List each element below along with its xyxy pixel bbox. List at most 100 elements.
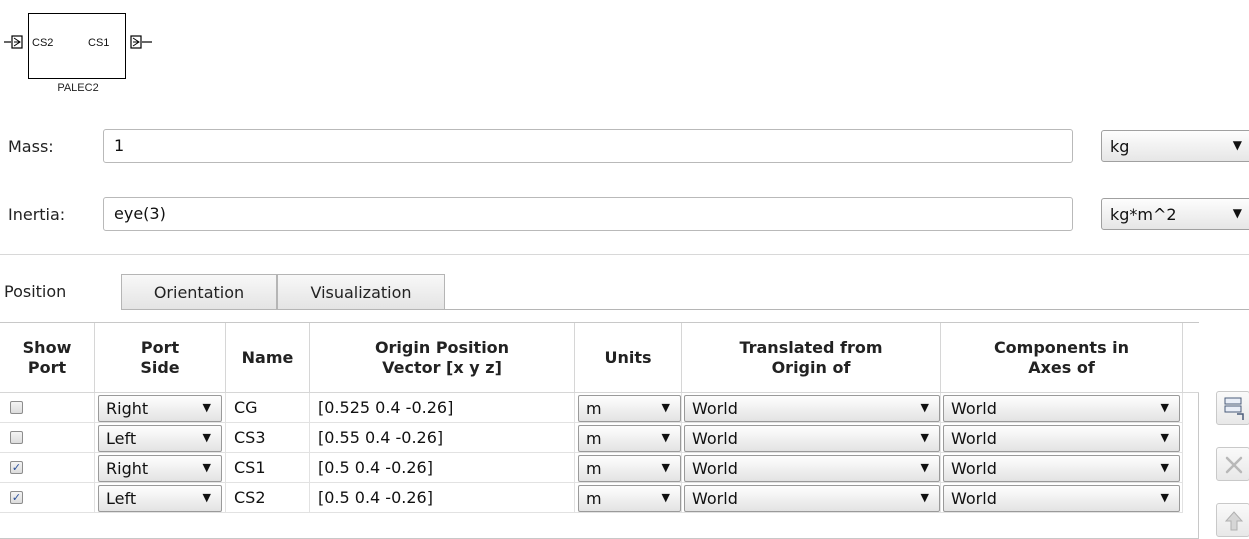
frame-name-cell[interactable]: CS1 [226, 453, 310, 483]
column-header-show-port[interactable]: Show Port [0, 323, 95, 393]
column-header-translated-from[interactable]: Translated from Origin of [682, 323, 941, 393]
inertia-unit-value: kg*m^2 [1110, 205, 1177, 224]
table-row: Left ▼ CS3 [0.55 0.4 -0.26] m ▼ World ▼ … [0, 423, 1199, 453]
chevron-down-icon: ▼ [1232, 138, 1242, 152]
left-port-label: CS2 [32, 37, 54, 49]
translated-from-value: World [692, 429, 738, 448]
frames-table: Show Port Port Side Name Origin Position… [0, 322, 1199, 539]
block-name: PALEC2 [57, 82, 99, 94]
chevron-down-icon: ▼ [661, 431, 670, 444]
components-in-select[interactable]: World ▼ [943, 485, 1180, 512]
show-port-cell [0, 423, 95, 453]
chevron-down-icon: ▼ [1232, 206, 1242, 220]
units-value: m [586, 429, 602, 448]
tab-underline [121, 309, 1249, 310]
units-select[interactable]: m ▼ [578, 455, 681, 482]
separator [0, 254, 1249, 255]
origin-position-cell[interactable]: [0.5 0.4 -0.26] [310, 483, 575, 513]
origin-position-cell[interactable]: [0.55 0.4 -0.26] [310, 423, 575, 453]
chevron-down-icon: ▼ [202, 401, 211, 414]
show-port-checkbox[interactable]: ✓ [10, 461, 23, 474]
chevron-down-icon: ▼ [202, 431, 211, 444]
components-in-select[interactable]: World ▼ [943, 455, 1180, 482]
translated-from-select[interactable]: World ▼ [684, 425, 940, 452]
column-header-spacer [1183, 323, 1199, 393]
port-side-value: Right [106, 459, 149, 478]
chevron-down-icon: ▼ [1160, 491, 1169, 504]
translated-from-value: World [692, 489, 738, 508]
inertia-input[interactable]: eye(3) [103, 197, 1073, 231]
check-icon: ✓ [11, 461, 22, 474]
column-header-port-side[interactable]: Port Side [95, 323, 226, 393]
translated-from-value: World [692, 459, 738, 478]
block-icon[interactable]: CS2 CS1 PALEC2 [0, 0, 170, 110]
add-row-icon [1224, 397, 1244, 420]
right-port-label: CS1 [88, 37, 110, 49]
port-side-value: Left [106, 429, 137, 448]
move-up-icon [1224, 511, 1244, 531]
inertia-label: Inertia: [8, 205, 66, 224]
column-header-units[interactable]: Units [575, 323, 682, 393]
chevron-down-icon: ▼ [920, 431, 929, 444]
components-in-select[interactable]: World ▼ [943, 425, 1180, 452]
port-side-select[interactable]: Right ▼ [98, 395, 222, 422]
table-row: Right ▼ CG [0.525 0.4 -0.26] m ▼ World ▼… [0, 393, 1199, 423]
show-port-checkbox[interactable]: ✓ [10, 491, 23, 504]
show-port-cell [0, 393, 95, 423]
port-side-select[interactable]: Left ▼ [98, 485, 222, 512]
show-port-checkbox[interactable] [10, 401, 23, 414]
chevron-down-icon: ▼ [661, 401, 670, 414]
components-in-value: World [951, 429, 997, 448]
chevron-down-icon: ▼ [661, 461, 670, 474]
origin-position-cell[interactable]: [0.5 0.4 -0.26] [310, 453, 575, 483]
chevron-down-icon: ▼ [1160, 401, 1169, 414]
mass-unit-select[interactable]: kg ▼ [1101, 130, 1249, 162]
column-header-name[interactable]: Name [226, 323, 310, 393]
center-of-mass-icon [66, 32, 86, 52]
translated-from-select[interactable]: World ▼ [684, 485, 940, 512]
translated-from-select[interactable]: World ▼ [684, 395, 940, 422]
translated-from-value: World [692, 399, 738, 418]
frame-name-cell[interactable]: CG [226, 393, 310, 423]
components-in-select[interactable]: World ▼ [943, 395, 1180, 422]
delete-row-icon [1225, 456, 1243, 474]
port-side-value: Right [106, 399, 149, 418]
chevron-down-icon: ▼ [202, 461, 211, 474]
units-select[interactable]: m ▼ [578, 425, 681, 452]
inertia-unit-select[interactable]: kg*m^2 ▼ [1101, 198, 1249, 230]
mass-unit-value: kg [1110, 137, 1130, 156]
check-icon: ✓ [11, 491, 22, 504]
frame-name-cell[interactable]: CS2 [226, 483, 310, 513]
tab-visualization[interactable]: Visualization [277, 274, 445, 309]
chevron-down-icon: ▼ [920, 461, 929, 474]
show-port-checkbox[interactable] [10, 431, 23, 444]
components-in-value: World [951, 489, 997, 508]
units-select[interactable]: m ▼ [578, 485, 681, 512]
chevron-down-icon: ▼ [1160, 461, 1169, 474]
units-value: m [586, 489, 602, 508]
port-side-select[interactable]: Left ▼ [98, 425, 222, 452]
mass-input[interactable]: 1 [103, 129, 1073, 163]
components-in-value: World [951, 399, 997, 418]
delete-row-button[interactable] [1216, 447, 1249, 481]
units-select[interactable]: m ▼ [578, 395, 681, 422]
translated-from-select[interactable]: World ▼ [684, 455, 940, 482]
move-up-button[interactable] [1216, 503, 1249, 537]
mass-label: Mass: [8, 137, 54, 156]
column-header-origin-position[interactable]: Origin Position Vector [x y z] [310, 323, 575, 393]
chevron-down-icon: ▼ [661, 491, 670, 504]
chevron-down-icon: ▼ [1160, 431, 1169, 444]
tab-position[interactable]: Position [0, 274, 121, 309]
frame-name-cell[interactable]: CS3 [226, 423, 310, 453]
add-row-button[interactable] [1216, 391, 1249, 425]
body-properties-dialog: CS2 CS1 PALEC2 Mass: 1 kg ▼ Inertia: eye… [0, 0, 1249, 539]
tab-orientation[interactable]: Orientation [121, 274, 277, 309]
table-row: ✓ Left ▼ CS2 [0.5 0.4 -0.26] m ▼ World ▼… [0, 483, 1199, 513]
port-side-select[interactable]: Right ▼ [98, 455, 222, 482]
origin-position-cell[interactable]: [0.525 0.4 -0.26] [310, 393, 575, 423]
column-header-components-in[interactable]: Components in Axes of [941, 323, 1183, 393]
port-side-value: Left [106, 489, 137, 508]
chevron-down-icon: ▼ [920, 491, 929, 504]
units-value: m [586, 459, 602, 478]
table-row: ✓ Right ▼ CS1 [0.5 0.4 -0.26] m ▼ World … [0, 453, 1199, 483]
